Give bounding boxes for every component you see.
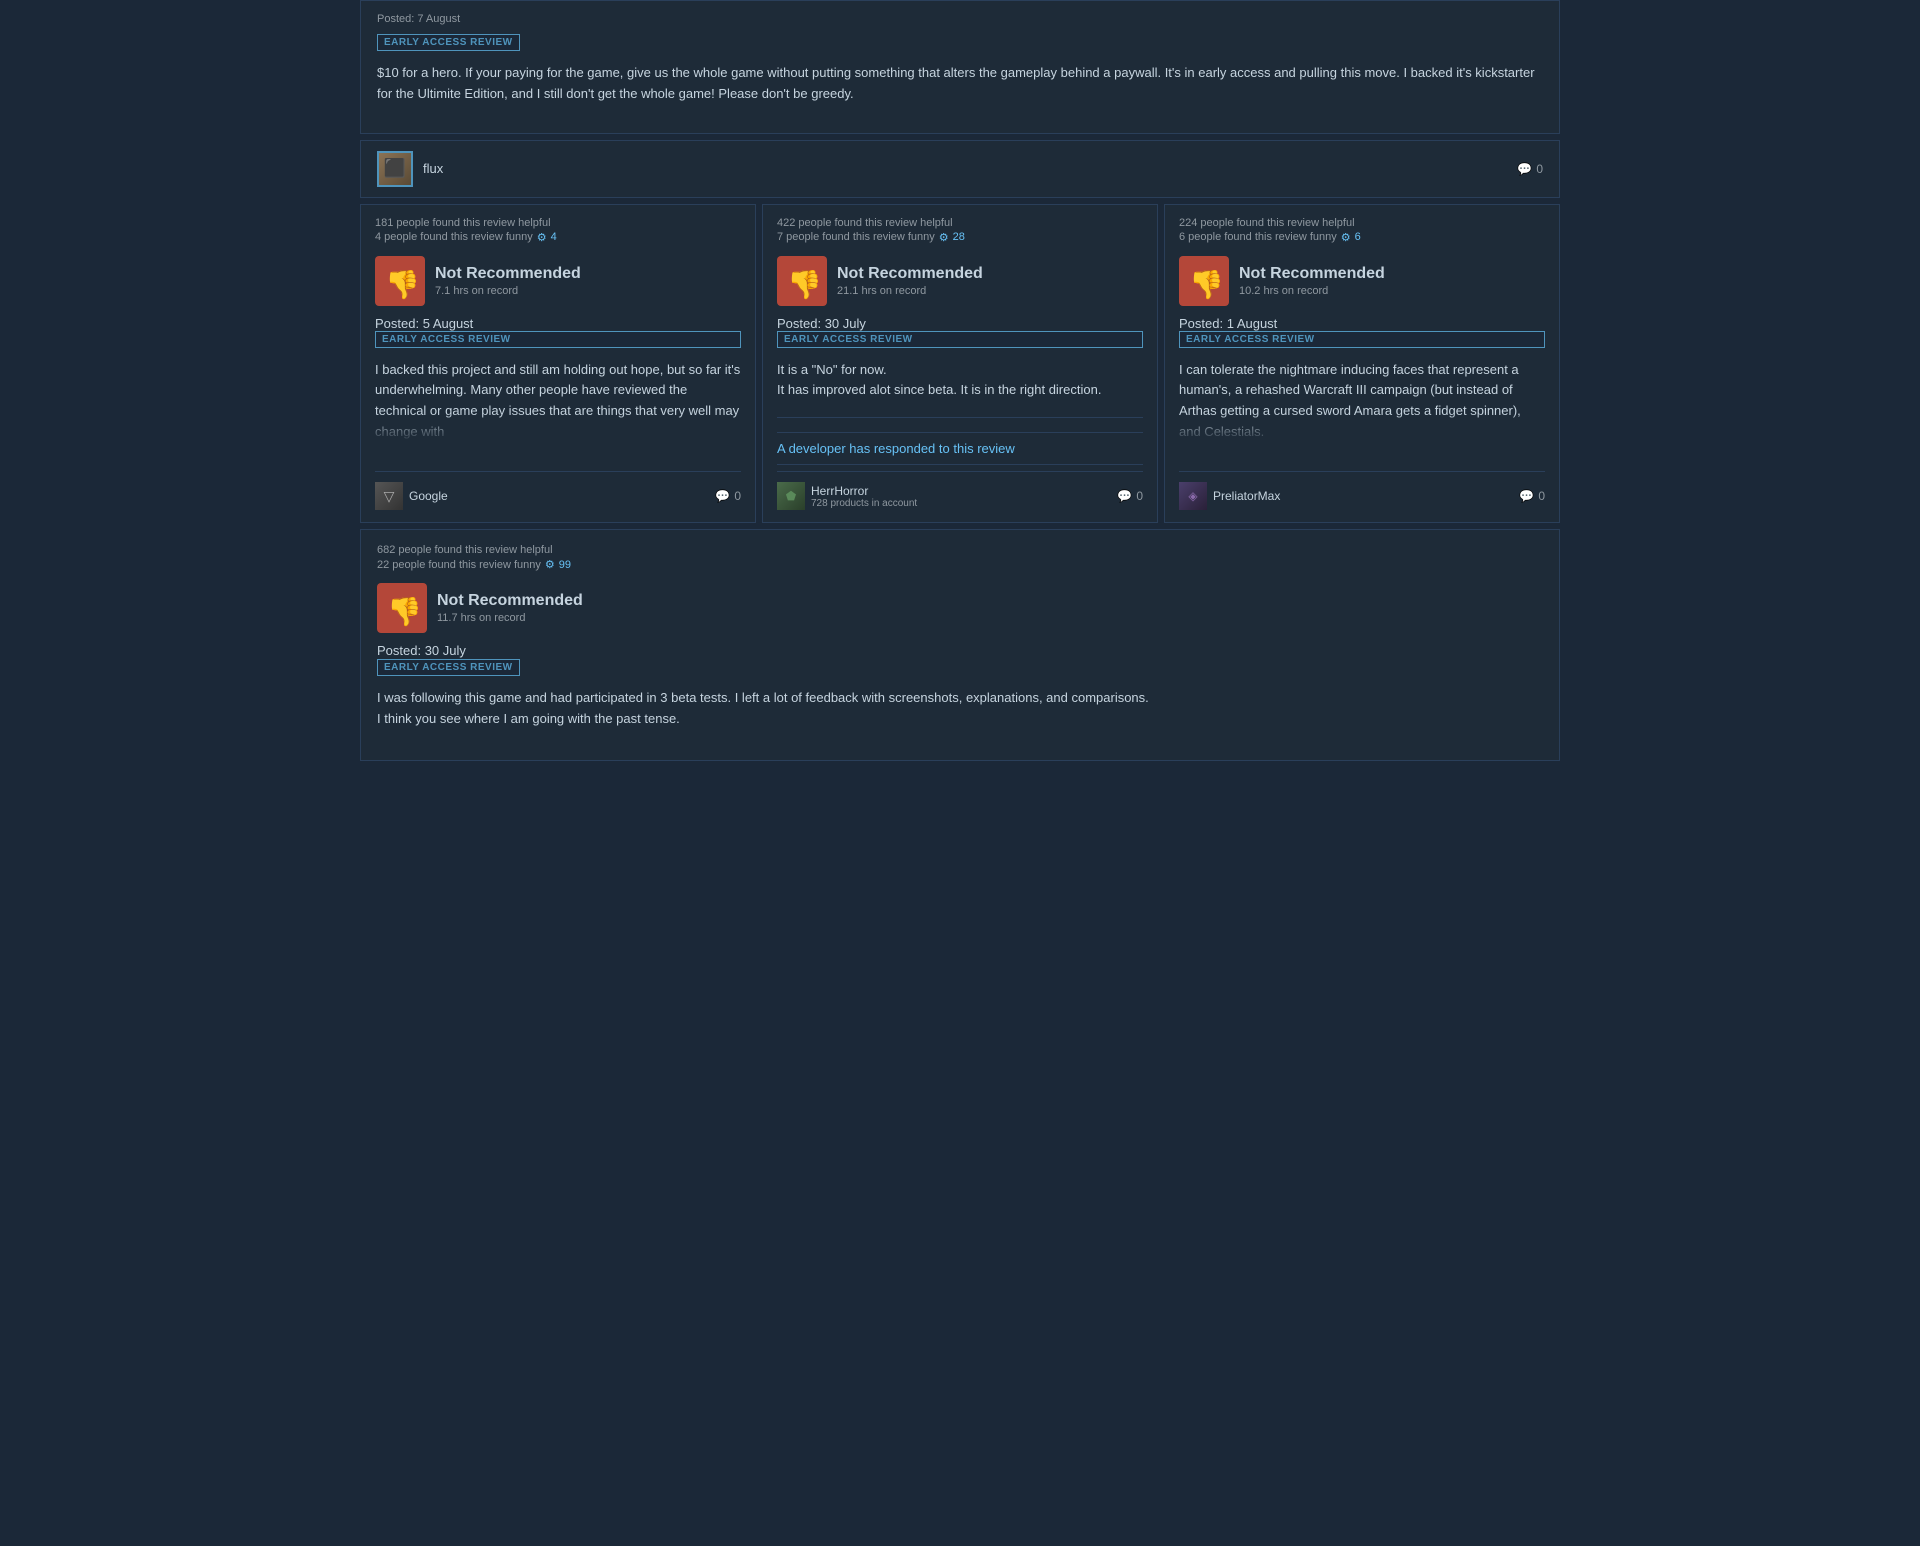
review-1-funny: 4 people found this review funny ⚙ 4 bbox=[375, 231, 741, 244]
bottom-not-recommended: Not Recommended bbox=[437, 592, 583, 610]
review-1-hours: 7.1 hrs on record bbox=[435, 285, 581, 297]
review-2-avatar: ⬟ bbox=[777, 482, 805, 510]
top-review-user-info: ⬛ flux bbox=[377, 151, 443, 187]
comment-bubble-icon: 💬 bbox=[1517, 162, 1532, 176]
review-1-avatar: ▽ bbox=[375, 482, 403, 510]
thumbs-down-icon-bottom: 👎 bbox=[377, 583, 427, 633]
review-3-comment: 💬 0 bbox=[1519, 489, 1545, 503]
top-review-user-row: ⬛ flux 💬 0 bbox=[360, 140, 1560, 198]
top-review-posted-date: Posted: 7 August bbox=[377, 13, 1543, 25]
thumbs-down-icon-1: 👎 bbox=[375, 256, 425, 306]
review-2-text: It is a "No" for now. It has improved al… bbox=[777, 360, 1143, 402]
svg-text:👎: 👎 bbox=[387, 596, 422, 628]
bottom-hours: 11.7 hrs on record bbox=[437, 612, 583, 624]
bottom-review-card: 682 people found this review helpful 22 … bbox=[360, 529, 1560, 761]
review-1-comment: 💬 0 bbox=[715, 489, 741, 503]
comment-icon-3: 💬 bbox=[1519, 489, 1534, 503]
review-3-helpful: 224 people found this review helpful bbox=[1179, 217, 1545, 229]
top-review-avatar: ⬛ bbox=[377, 151, 413, 187]
award-icon-bottom: ⚙ bbox=[545, 558, 555, 571]
review-1-text: I backed this project and still am holdi… bbox=[375, 360, 741, 443]
review-3-footer: ◈ PreliatorMax 💬 0 bbox=[1179, 471, 1545, 510]
svg-text:👎: 👎 bbox=[1189, 269, 1224, 301]
review-3-text: I can tolerate the nightmare inducing fa… bbox=[1179, 360, 1545, 443]
review-2-rec-info: Not Recommended 21.1 hrs on record bbox=[837, 265, 983, 297]
review-3-funny-text: 6 people found this review funny bbox=[1179, 231, 1337, 243]
review-2-divider bbox=[777, 417, 1143, 418]
review-3-comment-count: 0 bbox=[1538, 489, 1545, 503]
bottom-review-text: I was following this game and had partic… bbox=[377, 688, 1543, 730]
review-2-products: 728 products in account bbox=[811, 498, 917, 509]
review-1-footer-user: Google bbox=[409, 489, 448, 503]
review-1-helpful: 181 people found this review helpful bbox=[375, 217, 741, 229]
review-2-footer: ⬟ HerrHorror 728 products in account 💬 0 bbox=[777, 471, 1143, 510]
bottom-text-2: I think you see where I am going with th… bbox=[377, 711, 680, 726]
review-1-funny-text: 4 people found this review funny bbox=[375, 231, 533, 243]
award-icon-3: ⚙ bbox=[1341, 231, 1351, 244]
scrollbar[interactable] bbox=[1910, 0, 1920, 1546]
top-review-comment-count: 0 bbox=[1536, 162, 1543, 176]
review-1-award-count: 4 bbox=[551, 231, 557, 243]
comment-icon-2: 💬 bbox=[1117, 489, 1132, 503]
review-2-footer-user: HerrHorror 728 products in account bbox=[811, 484, 917, 509]
review-1-badge: EARLY ACCESS REVIEW bbox=[375, 331, 741, 348]
thumbs-down-icon-3: 👎 bbox=[1179, 256, 1229, 306]
review-2-comment-count: 0 bbox=[1136, 489, 1143, 503]
review-3-hours: 10.2 hrs on record bbox=[1239, 285, 1385, 297]
svg-text:👎: 👎 bbox=[385, 269, 420, 301]
review-3-not-recommended: Not Recommended bbox=[1239, 265, 1385, 283]
review-2-funny: 7 people found this review funny ⚙ 28 bbox=[777, 231, 1143, 244]
bottom-award-count: 99 bbox=[559, 559, 571, 571]
review-grid: 181 people found this review helpful 4 p… bbox=[360, 204, 1560, 524]
review-2-username[interactable]: HerrHorror bbox=[811, 484, 917, 498]
review-2-rec-row: 👎 Not Recommended 21.1 hrs on record bbox=[777, 256, 1143, 306]
review-1-comment-count: 0 bbox=[734, 489, 741, 503]
review-3-rec-info: Not Recommended 10.2 hrs on record bbox=[1239, 265, 1385, 297]
top-review-badge: EARLY ACCESS REVIEW bbox=[377, 34, 520, 51]
review-2-badge: EARLY ACCESS REVIEW bbox=[777, 331, 1143, 348]
top-review-card: Posted: 7 August EARLY ACCESS REVIEW $10… bbox=[360, 0, 1560, 134]
review-1-rec-info: Not Recommended 7.1 hrs on record bbox=[435, 265, 581, 297]
review-3-footer-user: PreliatorMax bbox=[1213, 489, 1280, 503]
review-3-posted: Posted: 1 August bbox=[1179, 316, 1545, 331]
review-3-username[interactable]: PreliatorMax bbox=[1213, 489, 1280, 503]
comment-icon-1: 💬 bbox=[715, 489, 730, 503]
review-card-1: 181 people found this review helpful 4 p… bbox=[360, 204, 756, 524]
award-icon-1: ⚙ bbox=[537, 231, 547, 244]
review-1-footer: ▽ Google 💬 0 bbox=[375, 471, 741, 510]
review-2-comment: 💬 0 bbox=[1117, 489, 1143, 503]
bottom-funny: 22 people found this review funny ⚙ 99 bbox=[377, 558, 1543, 571]
bottom-funny-text: 22 people found this review funny bbox=[377, 559, 541, 571]
review-3-avatar: ◈ bbox=[1179, 482, 1207, 510]
top-review-text: $10 for a hero. If your paying for the g… bbox=[377, 63, 1543, 105]
bottom-rec-info: Not Recommended 11.7 hrs on record bbox=[437, 592, 583, 624]
review-2-posted: Posted: 30 July bbox=[777, 316, 1143, 331]
review-1-username[interactable]: Google bbox=[409, 489, 448, 503]
review-3-rec-row: 👎 Not Recommended 10.2 hrs on record bbox=[1179, 256, 1545, 306]
thumbs-down-icon-2: 👎 bbox=[777, 256, 827, 306]
svg-text:👎: 👎 bbox=[787, 269, 822, 301]
review-2-award-count: 28 bbox=[953, 231, 965, 243]
review-2-helpful: 422 people found this review helpful bbox=[777, 217, 1143, 229]
top-review-comment-icon: 💬 0 bbox=[1517, 162, 1543, 176]
bottom-badge: EARLY ACCESS REVIEW bbox=[377, 659, 520, 676]
review-1-posted: Posted: 5 August bbox=[375, 316, 741, 331]
review-3-badge: EARLY ACCESS REVIEW bbox=[1179, 331, 1545, 348]
review-2-hours: 21.1 hrs on record bbox=[837, 285, 983, 297]
review-1-rec-row: 👎 Not Recommended 7.1 hrs on record bbox=[375, 256, 741, 306]
review-3-funny: 6 people found this review funny ⚙ 6 bbox=[1179, 231, 1545, 244]
review-2-not-recommended: Not Recommended bbox=[837, 265, 983, 283]
review-3-award-count: 6 bbox=[1355, 231, 1361, 243]
bottom-helpful: 682 people found this review helpful bbox=[377, 544, 1543, 556]
review-card-3: 224 people found this review helpful 6 p… bbox=[1164, 204, 1560, 524]
review-card-2: 422 people found this review helpful 7 p… bbox=[762, 204, 1158, 524]
top-review-username[interactable]: flux bbox=[423, 161, 443, 176]
developer-response-link[interactable]: A developer has responded to this review bbox=[777, 432, 1143, 465]
award-icon-2: ⚙ bbox=[939, 231, 949, 244]
bottom-text-1: I was following this game and had partic… bbox=[377, 690, 1149, 705]
bottom-rec-row: 👎 Not Recommended 11.7 hrs on record bbox=[377, 583, 1543, 633]
review-2-funny-text: 7 people found this review funny bbox=[777, 231, 935, 243]
bottom-posted: Posted: 30 July bbox=[377, 643, 1543, 658]
review-1-not-recommended: Not Recommended bbox=[435, 265, 581, 283]
